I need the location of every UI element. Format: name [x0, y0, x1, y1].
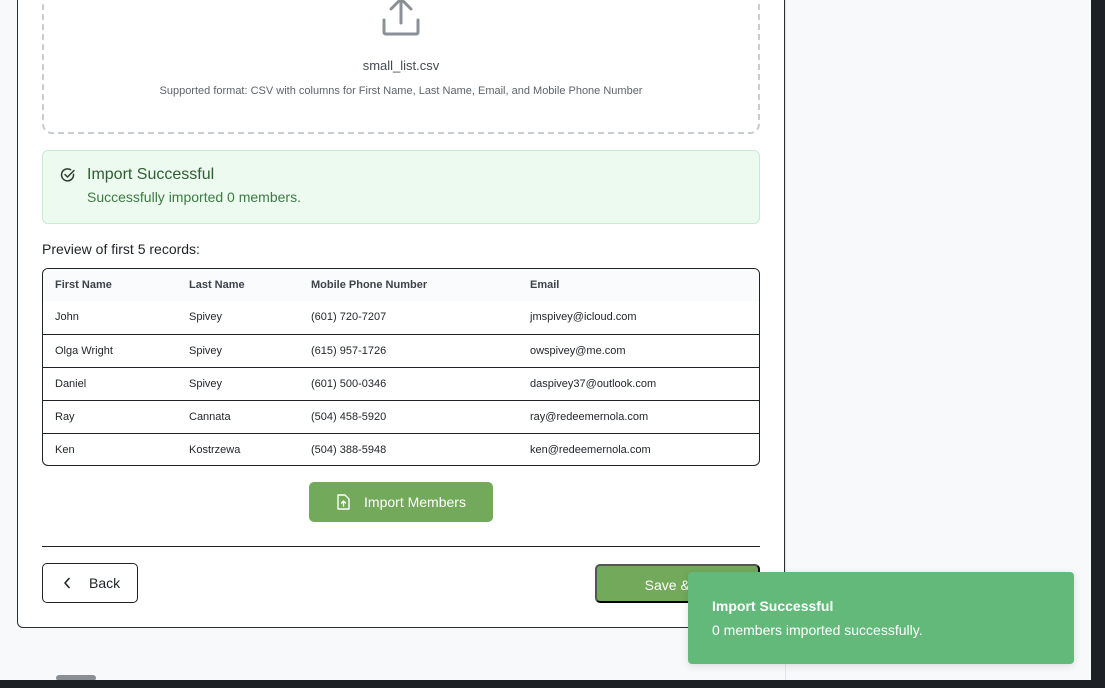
table-cell: owspivey@me.com [530, 344, 626, 357]
back-button[interactable]: Back [42, 563, 138, 603]
table-header-row: First Name Last Name Mobile Phone Number… [43, 269, 759, 301]
back-label: Back [89, 575, 121, 591]
table-row: Ken Kostrzewa (504) 388-5948 ken@redeeme… [43, 433, 759, 465]
table-cell: (615) 957-1726 [311, 344, 387, 357]
table-cell: Daniel [55, 377, 87, 390]
table-cell: (601) 720-7207 [311, 311, 387, 324]
table-cell: jmspivey@icloud.com [530, 311, 637, 324]
table-row: Olga Wright Spivey (615) 957-1726 owspiv… [43, 334, 759, 367]
table-cell: Spivey [189, 344, 223, 357]
window-edge-right [1091, 0, 1105, 688]
table-cell: Kostrzewa [189, 443, 241, 456]
table-row: Ray Cannata (504) 458-5920 ray@redeemern… [43, 400, 759, 433]
table-cell: Ray [55, 410, 75, 423]
preview-heading: Preview of first 5 records: [42, 241, 200, 257]
table-cell: Spivey [189, 311, 223, 324]
table-cell: Olga Wright [55, 344, 113, 357]
column-header: Email [530, 279, 560, 291]
table-cell: (504) 388-5948 [311, 443, 387, 456]
toast-title: Import Successful [712, 598, 834, 614]
column-header: First Name [55, 279, 112, 291]
table-cell: (504) 458-5920 [311, 410, 387, 423]
table-cell: (601) 500-0346 [311, 377, 387, 390]
table-cell: Spivey [189, 377, 223, 390]
alert-title: Import Successful [87, 166, 215, 183]
alert-message: Successfully imported 0 members. [87, 189, 301, 205]
toast-notification: Import Successful 0 members imported suc… [688, 572, 1074, 664]
toast-message: 0 members imported successfully. [712, 622, 923, 638]
window-edge-bottom [0, 680, 1105, 688]
chevron-left-icon [64, 577, 70, 589]
file-name: small_list.csv [362, 58, 440, 73]
format-note: Supported format: CSV with columns for F… [159, 85, 643, 97]
table-cell: John [55, 311, 79, 324]
upload-icon [382, 0, 420, 36]
preview-table: First Name Last Name Mobile Phone Number… [42, 268, 760, 466]
import-members-label: Import Members [364, 494, 466, 510]
check-circle-icon [60, 168, 75, 182]
table-row: Daniel Spivey (601) 500-0346 daspivey37@… [43, 367, 759, 400]
table-row: John Spivey (601) 720-7207 jmspivey@iclo… [43, 301, 759, 334]
import-members-button[interactable]: Import Members [309, 482, 493, 522]
table-cell: ken@redeemernola.com [530, 443, 651, 456]
column-header: Last Name [189, 279, 245, 291]
table-cell: daspivey37@outlook.com [530, 377, 657, 390]
table-cell: Cannata [189, 410, 231, 423]
table-cell: Ken [55, 443, 75, 456]
table-cell: ray@redeemernola.com [530, 410, 649, 423]
file-upload-icon [337, 494, 350, 510]
success-alert: Import Successful Successfully imported … [42, 150, 760, 224]
divider [42, 546, 760, 547]
column-header: Mobile Phone Number [311, 279, 428, 291]
